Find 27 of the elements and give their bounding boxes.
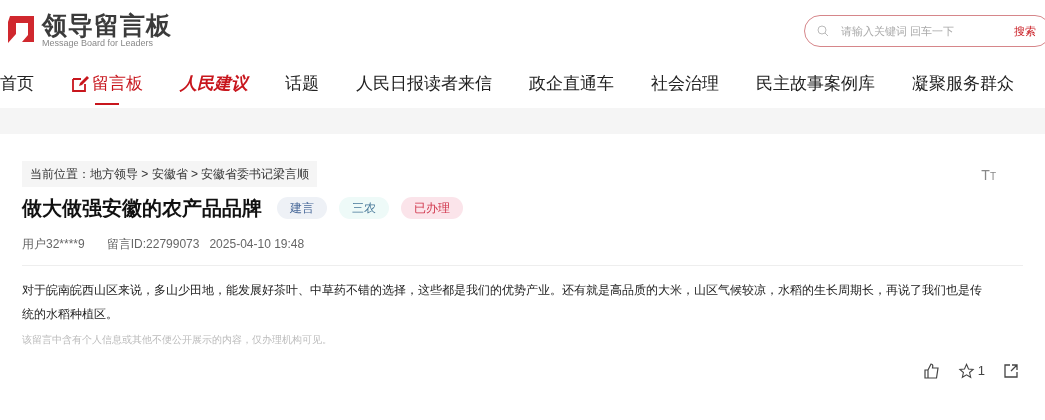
- post-title: 做大做强安徽的农产品品牌: [22, 196, 262, 221]
- search-button[interactable]: 搜索: [1014, 22, 1036, 40]
- nav-tab[interactable]: 话题: [285, 63, 319, 107]
- nav-tab[interactable]: 社会治理: [651, 63, 719, 107]
- message-body: 对于皖南皖西山区来说，多山少田地，能发展好茶叶、中草药不错的选择，这些都是我们的优势产业。还有就是高品质的大米，山区气候较凉，水稻的生长周期长，再说了我们也是传统的水稻种植区。: [22, 282, 983, 323]
- post-time: 2025-04-10 19:48: [209, 236, 305, 253]
- logo-title: 领导留言板: [42, 12, 172, 38]
- nav-tab[interactable]: 凝聚服务群众: [912, 63, 1014, 107]
- nav-tab[interactable]: 民主故事案例库: [756, 63, 875, 107]
- edit-icon: [71, 74, 89, 93]
- nav-tab[interactable]: 政企直通车: [529, 63, 614, 107]
- logo-subtitle: Message Board for Leaders: [42, 38, 155, 49]
- message-id: 留言ID:22799073: [106, 236, 200, 253]
- share-icon[interactable]: [1003, 362, 1019, 379]
- tag: 建言: [277, 197, 327, 219]
- nav-tab[interactable]: 人民建议: [180, 63, 248, 107]
- tag: 已办理: [401, 197, 463, 219]
- author: 用户32****9: [22, 236, 85, 253]
- search-icon: [817, 25, 829, 37]
- nav-tab[interactable]: 首页: [0, 63, 34, 107]
- breadcrumb: 当前位置：地方领导 > 安徽省 > 安徽省委书记梁言顺: [22, 161, 318, 187]
- thumbs-up-icon[interactable]: [923, 362, 940, 379]
- font-size-button[interactable]: TT: [981, 165, 996, 186]
- tag: 三农: [339, 197, 389, 219]
- favorite-count: 1: [977, 362, 985, 380]
- nav-tab[interactable]: 人民日报读者来信: [356, 63, 492, 107]
- star-icon[interactable]: [957, 362, 975, 379]
